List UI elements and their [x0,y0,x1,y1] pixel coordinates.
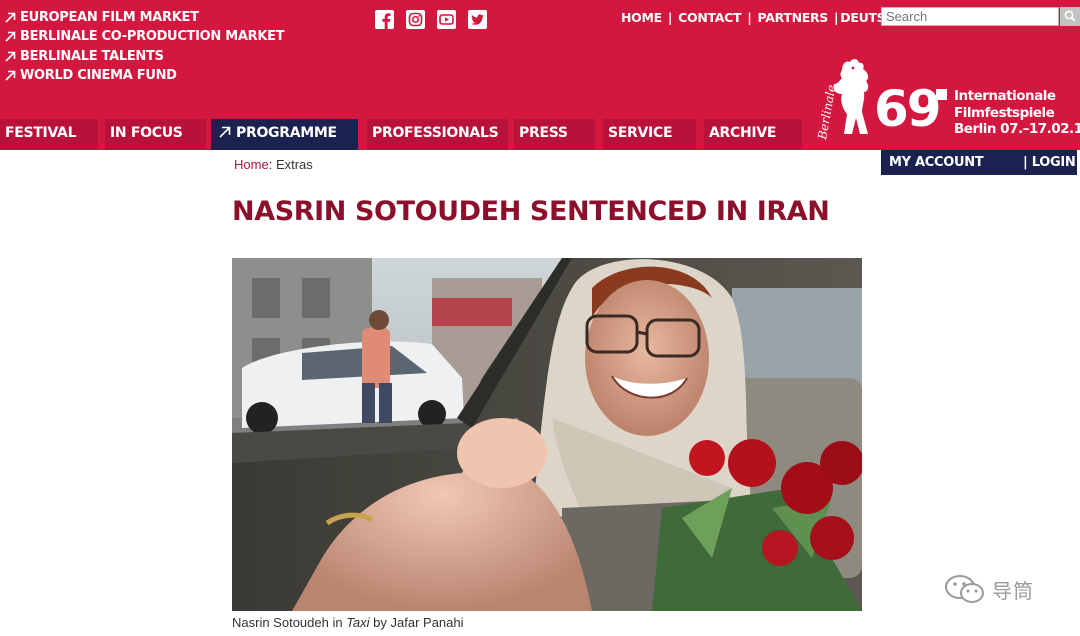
breadcrumb-separator: : [268,157,273,172]
instagram-icon[interactable] [406,10,425,29]
market-links: EUROPEAN FILM MARKET BERLINALE CO-PRODUC… [5,8,285,85]
watermark-text: 导筒 [992,578,1034,603]
market-link-label: EUROPEAN FILM MARKET [20,10,199,26]
market-link-label: BERLINALE TALENTS [20,48,164,64]
page-title: NASRIN SOTOUDEH SENTENCED IN IRAN [232,196,830,227]
tab-press[interactable]: PRESS [514,119,595,150]
site-header: EUROPEAN FILM MARKET BERLINALE CO-PRODUC… [0,0,1080,150]
festival-name-line: Filmfestspiele [954,104,1055,121]
twitter-icon[interactable] [468,10,487,29]
tab-archive[interactable]: ARCHIVE [704,119,802,150]
my-account-link[interactable]: MY ACCOUNT [889,155,984,170]
festival-name: Internationale Filmfestspiele Berlin 07.… [954,88,1080,138]
nav-contact-link[interactable]: CONTACT [678,10,741,25]
tab-label: PROGRAMME [236,125,337,141]
market-link-talents[interactable]: BERLINALE TALENTS [5,47,284,66]
market-link-label: BERLINALE CO-PRODUCTION MARKET [20,29,285,45]
berlinale-logo[interactable]: Berlinale 69 Internationale Filmfestspie… [812,48,1080,146]
tab-service[interactable]: SERVICE [603,119,696,150]
youtube-icon[interactable] [437,10,456,29]
account-separator: | [1023,155,1028,170]
photo-caption: Nasrin Sotoudeh in Taxi by Jafar Panahi [232,615,464,630]
nav-home-link[interactable]: HOME [621,10,662,25]
tab-professionals[interactable]: PROFESSIONALS [367,119,508,150]
arrow-up-right-icon [5,31,16,43]
caption-text: by Jafar Panahi [369,615,464,630]
account-bar: MY ACCOUNT | LOGIN [881,150,1077,175]
utility-nav: HOME | CONTACT | PARTNERS | DEUTSCH [621,10,905,25]
wechat-icon [945,575,984,603]
facebook-icon[interactable] [375,10,394,29]
breadcrumb-home-link[interactable]: Home [234,157,269,172]
tab-in-focus[interactable]: IN FOCUS [105,119,206,150]
login-label: LOGIN [1031,155,1076,170]
logo-square [936,89,947,100]
edition-number: 69 [874,80,942,138]
tab-festival[interactable]: FESTIVAL [0,119,98,150]
breadcrumb: Home: Extras [234,157,313,172]
tab-programme[interactable]: PROGRAMME [211,119,358,150]
nav-partners-link[interactable]: PARTNERS [758,10,829,25]
market-link-label: WORLD CINEMA FUND [20,68,177,84]
arrow-up-right-icon [219,126,231,138]
wechat-watermark: 导筒 [944,574,1034,604]
search-icon [1064,10,1076,22]
arrow-up-right-icon [5,12,16,23]
social-links [375,10,487,29]
breadcrumb-current: Extras [275,157,313,172]
nav-separator: | [667,10,673,25]
festival-dates: Berlin 07.–17.02.19 [954,121,1080,137]
festival-name-line: Internationale [954,88,1056,104]
caption-text: Nasrin Sotoudeh in [232,615,347,630]
login-link[interactable]: | LOGIN [1023,155,1076,170]
arrow-up-right-icon [5,70,16,81]
search-button[interactable] [1060,7,1080,26]
market-link-coproduction[interactable]: BERLINALE CO-PRODUCTION MARKET [5,27,285,46]
search-input[interactable] [881,7,1059,26]
nav-separator: | [834,10,839,25]
article-photo [232,258,862,611]
svg-text:Berlinale: Berlinale [815,84,839,142]
main-nav: FESTIVAL IN FOCUS PROGRAMME PROFESSIONAL… [0,119,802,150]
market-link-efm[interactable]: EUROPEAN FILM MARKET [5,8,284,27]
berlin-bear-logo: Berlinale [815,59,869,142]
arrow-up-right-icon [5,51,16,62]
nav-separator: | [747,10,752,25]
market-link-wcf[interactable]: WORLD CINEMA FUND [5,66,284,85]
caption-film-title: Taxi [346,615,370,630]
